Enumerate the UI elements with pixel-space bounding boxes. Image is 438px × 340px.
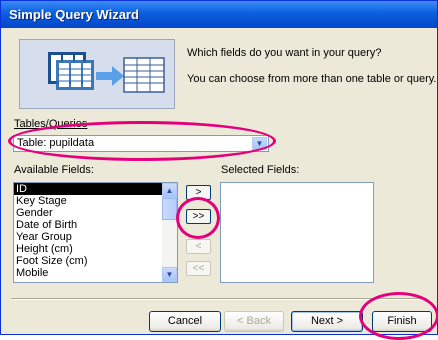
tables-queries-select[interactable]: Table: pupildata ▼	[13, 135, 269, 152]
tables-queries-value: Table: pupildata	[17, 137, 95, 149]
remove-field-button[interactable]: <	[186, 239, 211, 254]
list-item[interactable]: Year Group	[14, 231, 177, 243]
remove-all-fields-button[interactable]: <<	[186, 261, 211, 276]
list-item[interactable]: Mobile	[14, 267, 177, 279]
dropdown-arrow-icon[interactable]: ▼	[252, 137, 267, 150]
selected-fields-label: Selected Fields:	[221, 164, 300, 176]
title-bar[interactable]: Simple Query Wizard	[1, 1, 437, 28]
intro-hint: You can choose from more than one table …	[187, 73, 437, 85]
list-item[interactable]: ID	[14, 183, 177, 195]
available-fields-list[interactable]: ID Key Stage Gender Date of Birth Year Group…	[13, 182, 178, 283]
available-fields-label: Available Fields:	[14, 164, 94, 176]
tables-transfer-illustration	[19, 39, 175, 109]
wizard-window: Simple Query Wizard Which fields do you …	[0, 0, 438, 340]
selected-fields-list[interactable]	[220, 182, 374, 283]
add-all-fields-button[interactable]: >>	[186, 209, 211, 224]
finish-button[interactable]: Finish	[372, 311, 432, 332]
next-button[interactable]: Next >	[291, 311, 363, 332]
add-field-button[interactable]: >	[186, 185, 211, 200]
scroll-down-icon[interactable]: ▼	[162, 267, 177, 282]
list-item[interactable]: Gender	[14, 207, 177, 219]
back-button[interactable]: < Back	[224, 311, 284, 332]
cancel-button[interactable]: Cancel	[149, 311, 221, 332]
tables-queries-label: Tables/Queries	[14, 118, 88, 130]
button-divider	[11, 298, 427, 300]
scroll-thumb[interactable]	[162, 198, 177, 220]
list-item[interactable]: Key Stage	[14, 195, 177, 207]
available-fields-scrollbar[interactable]: ▲ ▼	[162, 183, 177, 282]
window-title: Simple Query Wizard	[9, 7, 139, 22]
intro-question: Which fields do you want in your query?	[187, 47, 382, 59]
scroll-up-icon[interactable]: ▲	[162, 183, 177, 198]
list-item[interactable]: Date of Birth	[14, 219, 177, 231]
list-item[interactable]: Foot Size (cm)	[14, 255, 177, 267]
list-item[interactable]: Height (cm)	[14, 243, 177, 255]
